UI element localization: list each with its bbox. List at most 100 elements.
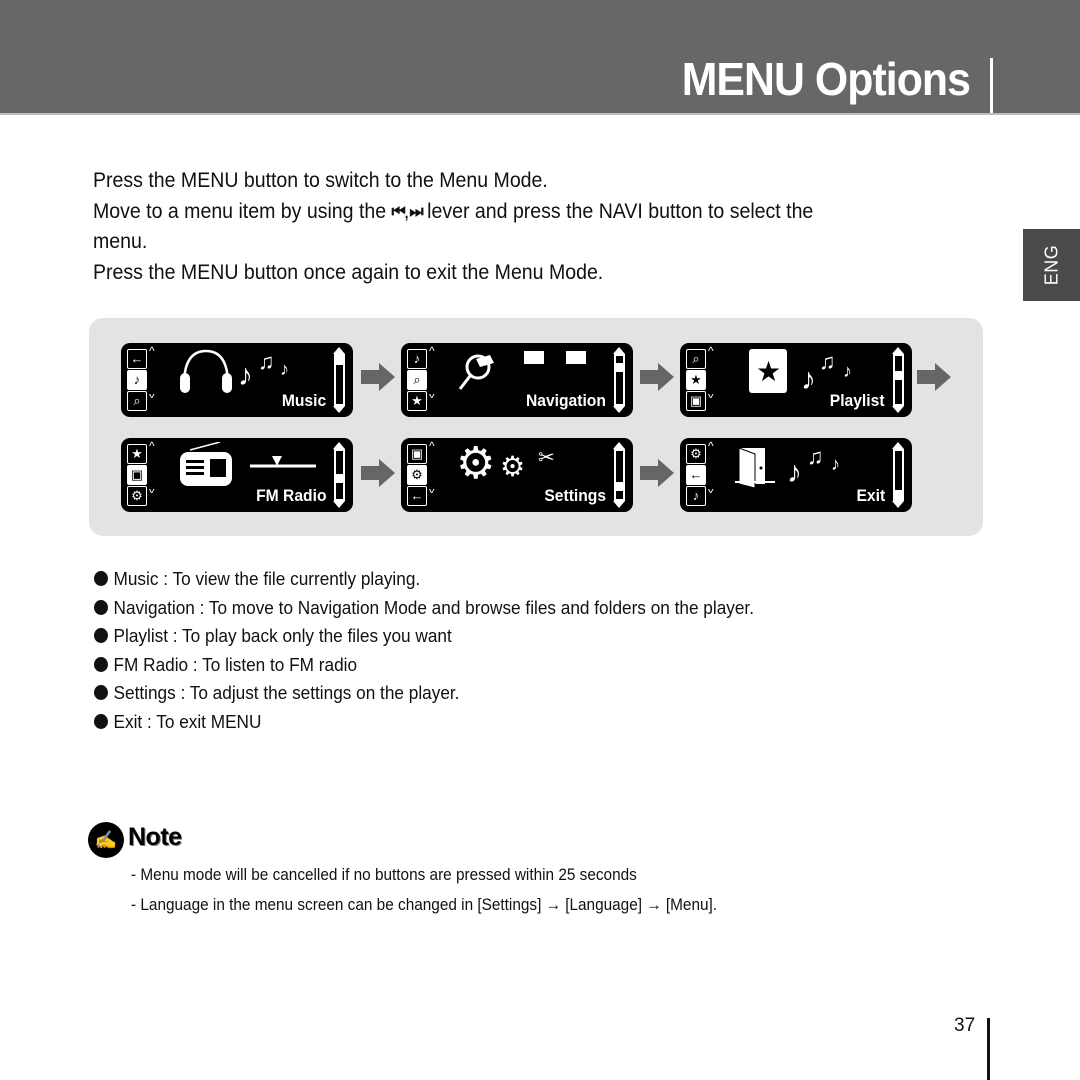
side-menu-icons: ▣ ⚙ ← <box>407 444 429 506</box>
menu-screen-settings: ▣ ⚙ ← ^ v ⚙ ⚙ ✂ Settings <box>401 438 633 512</box>
svg-text:⚙: ⚙ <box>456 442 495 488</box>
side-menu-icon: ⌕ <box>407 370 427 390</box>
side-menu-icons: ⚙ ← ♪ <box>686 444 708 506</box>
skip-back-icon: ⏮ <box>391 201 406 221</box>
svg-text:✂: ✂ <box>538 447 555 469</box>
bullet-icon <box>94 571 108 586</box>
note-line: - Menu mode will be cancelled if no butt… <box>131 866 637 884</box>
caret-up-icon: ^ <box>149 439 155 453</box>
bullet-icon <box>94 628 108 643</box>
folder-search-icon <box>456 347 596 397</box>
side-menu-icons: ♪ ⌕ ★ <box>407 349 429 411</box>
header-rule <box>0 113 1080 115</box>
menu-screen-fm-radio: ★ ▣ ⚙ ^ v FM Radio <box>121 438 353 512</box>
flow-arrow-icon <box>640 459 674 487</box>
menu-screen-music: ← ♪ ⌕ ^ v ♪ ♫ ♪ Music <box>121 343 353 417</box>
side-menu-icons: ← ♪ ⌕ <box>127 349 149 411</box>
svg-text:♪: ♪ <box>280 359 289 379</box>
caret-up-icon: ^ <box>149 344 155 358</box>
scroll-down-icon <box>892 501 904 508</box>
scroll-up-icon <box>333 347 345 354</box>
door-exit-icon: ♪ ♫ ♪ <box>735 442 875 492</box>
side-menu-icon: ⚙ <box>407 465 427 485</box>
scroll-down-icon <box>892 406 904 413</box>
svg-text:★: ★ <box>756 356 781 387</box>
scroll-track <box>334 449 345 501</box>
intro-line-3: Press the MENU button once again to exit… <box>93 260 604 284</box>
scroll-down-icon <box>333 501 345 508</box>
menu-screen-navigation: ♪ ⌕ ★ ^ v Navigation <box>401 343 633 417</box>
side-menu-icon: ★ <box>407 391 427 411</box>
language-tab: ENG <box>1023 229 1080 301</box>
svg-text:♪: ♪ <box>831 454 840 474</box>
menu-screen-label: Exit <box>856 486 885 505</box>
scroll-track <box>893 354 904 406</box>
scrollbar <box>892 347 905 413</box>
scrollbar <box>613 347 626 413</box>
menu-screen-playlist: ⌕ ★ ▣ ^ v ★ ♪ ♫ ♪ Playlist <box>680 343 912 417</box>
side-menu-icon: ← <box>127 349 147 369</box>
scroll-track <box>614 354 625 406</box>
note-line: - Language in the menu screen can be cha… <box>131 896 718 914</box>
svg-text:♪: ♪ <box>801 363 816 396</box>
list-item: Settings : To adjust the settings on the… <box>94 679 931 708</box>
scroll-track <box>893 449 904 501</box>
scrollbar <box>333 347 346 413</box>
menu-screen-label: Navigation <box>526 391 606 410</box>
playlist-star-icon: ★ ♪ ♫ ♪ <box>735 347 875 397</box>
radio-icon <box>176 441 322 492</box>
menu-descriptions: Music : To view the file currently playi… <box>94 565 931 736</box>
flow-arrow-icon <box>640 363 674 391</box>
flow-arrow-icon <box>361 363 395 391</box>
scroll-thumb <box>616 363 623 372</box>
bullet-icon <box>94 656 108 672</box>
title-divider <box>990 58 993 114</box>
menu-screen-label: Music <box>281 391 326 410</box>
side-menu-icons: ★ ▣ ⚙ <box>127 444 149 506</box>
side-menu-icon: ⚙ <box>686 444 706 464</box>
caret-up-icon: ^ <box>429 439 435 453</box>
svg-text:♫: ♫ <box>807 444 824 469</box>
scroll-up-icon <box>892 442 904 449</box>
scroll-up-icon <box>613 442 625 449</box>
page-number-bar <box>987 1018 990 1080</box>
intro-text: Press the MENU button to switch to the M… <box>93 166 856 288</box>
scroll-thumb <box>336 474 343 483</box>
list-item: Music : To view the file currently playi… <box>94 565 931 594</box>
list-item: Navigation : To move to Navigation Mode … <box>94 594 931 623</box>
scrollbar <box>613 442 626 508</box>
list-item: Exit : To exit MENU <box>94 708 931 737</box>
scroll-thumb <box>336 356 343 365</box>
gears-icon: ⚙ ⚙ ✂ <box>456 439 596 492</box>
caret-down-icon: v <box>429 391 435 401</box>
headphones-music-icon: ♪ ♫ ♪ <box>176 347 316 397</box>
skip-forward-icon: ⏭ <box>409 201 423 221</box>
side-menu-icon: ★ <box>127 444 147 464</box>
svg-text:♫: ♫ <box>258 349 275 374</box>
bullet-icon <box>94 713 108 729</box>
side-menu-icon: ♪ <box>686 486 706 506</box>
side-menu-icon: ⚙ <box>127 486 147 506</box>
intro-line-2: Move to a menu item by using the ⏮,⏭ lev… <box>93 197 856 258</box>
caret-down-icon: v <box>149 486 155 496</box>
side-menu-icon: ⌕ <box>127 391 147 411</box>
scroll-track <box>614 449 625 501</box>
menu-screen-label: FM Radio <box>255 486 326 505</box>
scroll-track <box>334 354 345 406</box>
bullet-icon <box>94 685 108 700</box>
intro-line-1: Press the MENU button to switch to the M… <box>93 169 548 192</box>
svg-text:⚙: ⚙ <box>500 451 525 482</box>
note-title: Note <box>128 823 182 851</box>
svg-text:♫: ♫ <box>819 349 836 374</box>
scroll-up-icon <box>333 442 345 449</box>
caret-up-icon: ^ <box>708 344 714 358</box>
scroll-up-icon <box>892 347 904 354</box>
side-menu-icon: ▣ <box>686 391 706 411</box>
scroll-up-icon <box>613 347 625 354</box>
side-menu-icon: ▣ <box>407 444 427 464</box>
side-menu-icon: ⌕ <box>686 349 706 369</box>
side-menu-icon: ← <box>407 486 427 506</box>
caret-down-icon: v <box>149 391 155 401</box>
svg-text:♪: ♪ <box>843 361 852 381</box>
note-pen-icon: ✍ <box>88 822 124 858</box>
